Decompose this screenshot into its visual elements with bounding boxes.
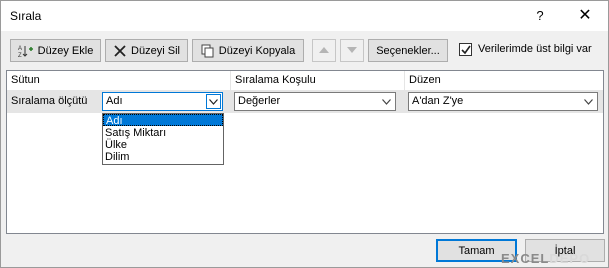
svg-text:A: A <box>18 46 22 52</box>
sort-on-value: Değerler <box>238 95 281 107</box>
delete-level-label: Düzeyi Sil <box>131 44 180 57</box>
move-up-button[interactable] <box>312 39 336 62</box>
delete-level-button[interactable]: Düzeyi Sil <box>105 39 188 62</box>
add-level-button[interactable]: A Z Düzey Ekle <box>10 39 101 62</box>
dropdown-option[interactable]: Dilim <box>103 151 223 163</box>
dropdown-option[interactable]: Satış Miktarı <box>103 127 223 139</box>
chevron-down-icon[interactable] <box>379 94 394 109</box>
help-button[interactable]: ? <box>528 5 552 27</box>
move-down-button[interactable] <box>340 39 364 62</box>
column-header-column: Sütun <box>7 71 231 90</box>
options-button[interactable]: Seçenekler... <box>368 39 448 62</box>
column-dropdown-list: Adı Satış Miktarı Ülke Dilim <box>102 113 224 165</box>
add-level-icon: A Z <box>18 44 34 58</box>
sort-dialog: Sırala ? ✕ A Z Düzey Ekle Düzeyi Sil Düz… <box>0 0 609 268</box>
dropdown-option[interactable]: Ülke <box>103 139 223 151</box>
options-label: Seçenekler... <box>376 44 440 57</box>
sort-level-label: Sıralama ölçütü <box>11 95 88 107</box>
add-level-label: Düzey Ekle <box>37 44 94 57</box>
copy-icon <box>201 44 215 58</box>
copy-level-label: Düzeyi Kopyala <box>218 44 296 57</box>
watermark-part1: EXCEL <box>501 251 550 266</box>
svg-text:Z: Z <box>18 53 22 58</box>
delete-x-icon <box>113 44 127 58</box>
column-value: Adı <box>106 95 123 107</box>
column-header-sort-on: Sıralama Koşulu <box>231 71 405 90</box>
sort-on-combobox[interactable]: Değerler <box>234 92 396 111</box>
dialog-title: Sırala <box>10 9 42 23</box>
checkmark-icon <box>461 45 471 55</box>
sort-levels-grid: Sütun Sıralama Koşulu Düzen Sıralama ölç… <box>6 70 604 234</box>
order-value: A'dan Z'ye <box>412 95 464 107</box>
column-combobox[interactable]: Adı <box>102 92 223 111</box>
arrow-down-icon <box>347 45 357 57</box>
arrow-up-icon <box>319 45 329 57</box>
watermark-part2: DEPO <box>549 251 591 266</box>
copy-level-button[interactable]: Düzeyi Kopyala <box>192 39 304 62</box>
ok-label: Tamam <box>458 244 495 257</box>
header-checkbox-label[interactable]: Verilerimde üst bilgi var <box>478 43 592 55</box>
chevron-down-icon[interactable] <box>206 94 221 109</box>
close-button[interactable]: ✕ <box>571 5 599 27</box>
chevron-down-icon[interactable] <box>581 94 596 109</box>
watermark-logo: EXCELDEPO <box>501 251 590 266</box>
dropdown-option[interactable]: Adı <box>103 114 223 127</box>
title-bar: Sırala ? ✕ <box>1 1 608 31</box>
header-checkbox[interactable] <box>459 43 472 56</box>
order-combobox[interactable]: A'dan Z'ye <box>408 92 598 111</box>
column-header-order: Düzen <box>409 74 441 86</box>
